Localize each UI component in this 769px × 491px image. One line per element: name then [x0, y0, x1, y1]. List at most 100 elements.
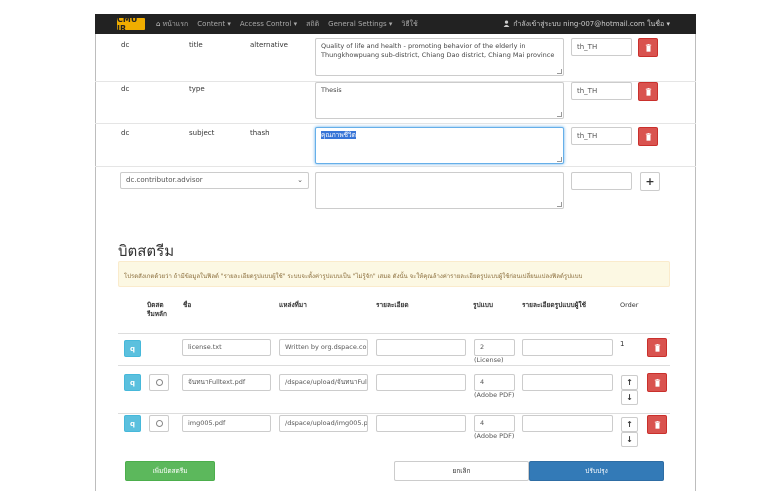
bitstream-name-input[interactable]: license.txt [182, 339, 271, 356]
metadata-value-text: คุณภาพชีวิต [321, 131, 356, 139]
primary-bitstream-radio[interactable] [149, 415, 169, 432]
bitstream-info-button[interactable]: q [124, 340, 141, 357]
metadata-qualifier: thash [250, 129, 270, 137]
bitstream-description-input[interactable] [376, 339, 466, 356]
bitstream-format-id-input[interactable]: 2 [474, 339, 515, 356]
metadata-element: subject [189, 129, 215, 137]
trash-icon [654, 420, 660, 429]
header-primary-bitstream: บิตสตรีมหลัก [147, 301, 167, 318]
arrow-down-icon: ↓ [626, 393, 633, 402]
bitstream-user-format-input[interactable] [522, 339, 613, 356]
metadata-lang-input[interactable]: th_TH [571, 38, 632, 56]
bitstream-section-title: บิตสตรีม [118, 242, 175, 260]
nav-content[interactable]: Content ▾ [197, 20, 231, 28]
metadata-lang-input[interactable]: th_TH [571, 127, 632, 145]
trash-icon [645, 43, 651, 52]
metadata-value-textarea[interactable]: คุณภาพชีวิต [315, 127, 564, 164]
edit-icon: q [129, 419, 135, 428]
bitstream-order: 1 [620, 340, 625, 348]
radio-circle-icon [155, 420, 163, 427]
bitstream-format-name: (License) [474, 356, 504, 364]
metadata-field-select-value: dc.contributor.advisor [126, 176, 203, 184]
header-description: รายละเอียด [376, 301, 409, 309]
bitstream-format-name: (Adobe PDF) [474, 432, 515, 440]
move-down-button[interactable]: ↓ [621, 432, 638, 447]
nav-home[interactable]: ⌂ หน้าแรก [156, 19, 188, 30]
update-button[interactable]: ปรับปรุง [529, 461, 664, 481]
remove-bitstream-button[interactable] [647, 415, 667, 434]
metadata-schema: dc [121, 129, 130, 137]
bitstream-user-format-input[interactable] [522, 374, 613, 391]
header-format: รูปแบบ [473, 301, 494, 309]
metadata-value-textarea[interactable]: Thesis [315, 82, 564, 119]
bitstream-user-format-input[interactable] [522, 415, 613, 432]
bitstream-format-name: (Adobe PDF) [474, 391, 515, 399]
bitstream-name-input[interactable]: img005.pdf [182, 415, 271, 432]
primary-bitstream-radio[interactable] [149, 374, 169, 391]
bitstream-source-input[interactable]: Written by org.dspace.cor [279, 339, 368, 356]
metadata-element: type [189, 85, 205, 93]
remove-metadata-button[interactable] [638, 38, 658, 57]
metadata-value-text: Quality of life and health - promoting b… [321, 42, 555, 59]
new-metadata-lang-input[interactable] [571, 172, 632, 190]
new-metadata-value-textarea[interactable] [315, 172, 564, 209]
bitstream-format-id-input[interactable]: 4 [474, 415, 515, 432]
arrow-up-icon: ↑ [626, 420, 633, 429]
metadata-lang-input[interactable]: th_TH [571, 82, 632, 100]
move-up-button[interactable]: ↑ [621, 417, 638, 432]
resize-handle[interactable] [557, 112, 562, 117]
bitstream-format-id-input[interactable]: 4 [474, 374, 515, 391]
metadata-value-textarea[interactable]: Quality of life and health - promoting b… [315, 38, 564, 76]
nav-home-label: หน้าแรก [162, 19, 189, 28]
resize-handle[interactable] [557, 69, 562, 74]
resize-handle[interactable] [557, 157, 562, 162]
trash-icon [645, 132, 651, 141]
metadata-schema: dc [121, 85, 130, 93]
edit-icon: q [129, 378, 135, 387]
bitstream-source-input[interactable]: /dspace/upload/img005.p [279, 415, 368, 432]
edit-icon: q [129, 344, 135, 353]
nav-access-control[interactable]: Access Control ▾ [240, 20, 297, 28]
bitstream-info-button[interactable]: q [124, 374, 141, 391]
bitstream-description-input[interactable] [376, 415, 466, 432]
move-up-button[interactable]: ↑ [621, 375, 638, 390]
remove-metadata-button[interactable] [638, 82, 658, 101]
nav-help[interactable]: วิธีใช้ [401, 19, 417, 30]
arrow-up-icon: ↑ [626, 378, 633, 387]
bitstream-source-input[interactable]: /dspace/upload/จันทนาFul [279, 374, 368, 391]
header-source: แหล่งที่มา [279, 301, 307, 309]
add-bitstream-button[interactable]: เพิ่มบิตสตรีม [125, 461, 215, 481]
move-down-button[interactable]: ↓ [621, 390, 638, 405]
brand-logo[interactable]: CMU IR [117, 15, 145, 33]
metadata-schema: dc [121, 41, 130, 49]
bitstream-format-alert: โปรดสังเกตด้วยว่า ถ้ามีข้อมูลในฟิลด์ "รา… [118, 261, 670, 287]
top-navbar: CMU IR ⌂ หน้าแรก Content ▾ Access Contro… [95, 14, 696, 34]
remove-bitstream-button[interactable] [647, 338, 667, 357]
radio-circle-icon [155, 379, 163, 386]
nav-statistics[interactable]: สถิติ [306, 19, 319, 30]
page: CMU IR ⌂ หน้าแรก Content ▾ Access Contro… [0, 0, 769, 491]
cancel-button[interactable]: ยกเลิก [394, 461, 529, 481]
header-user-format: รายละเอียดรูปแบบผู้ใช้ [522, 301, 587, 309]
resize-handle[interactable] [557, 202, 562, 207]
add-metadata-button[interactable]: + [640, 172, 660, 191]
nav-general-settings[interactable]: General Settings ▾ [328, 20, 392, 28]
metadata-value-text: Thesis [321, 86, 342, 94]
bitstream-description-input[interactable] [376, 374, 466, 391]
header-order: Order [620, 301, 639, 309]
bitstream-info-button[interactable]: q [124, 415, 141, 432]
arrow-down-icon: ↓ [626, 435, 633, 444]
bitstream-name-input[interactable]: จันทนาFulltext.pdf [182, 374, 271, 391]
metadata-qualifier: alternative [250, 41, 288, 49]
trash-icon [645, 87, 651, 96]
chevron-down-icon: ⌄ [297, 176, 303, 184]
remove-metadata-button[interactable] [638, 127, 658, 146]
metadata-field-select[interactable]: dc.contributor.advisor ⌄ [120, 172, 309, 189]
nav-user-menu[interactable]: กำลังเข้าสู่ระบบ ning-007@hotmail.com ใน… [503, 14, 670, 34]
trash-icon [654, 343, 660, 352]
header-name: ชื่อ [183, 301, 192, 309]
user-icon [503, 19, 510, 29]
remove-bitstream-button[interactable] [647, 373, 667, 392]
metadata-element: title [189, 41, 203, 49]
nav-user-label: กำลังเข้าสู่ระบบ ning-007@hotmail.com ใน… [513, 19, 670, 28]
